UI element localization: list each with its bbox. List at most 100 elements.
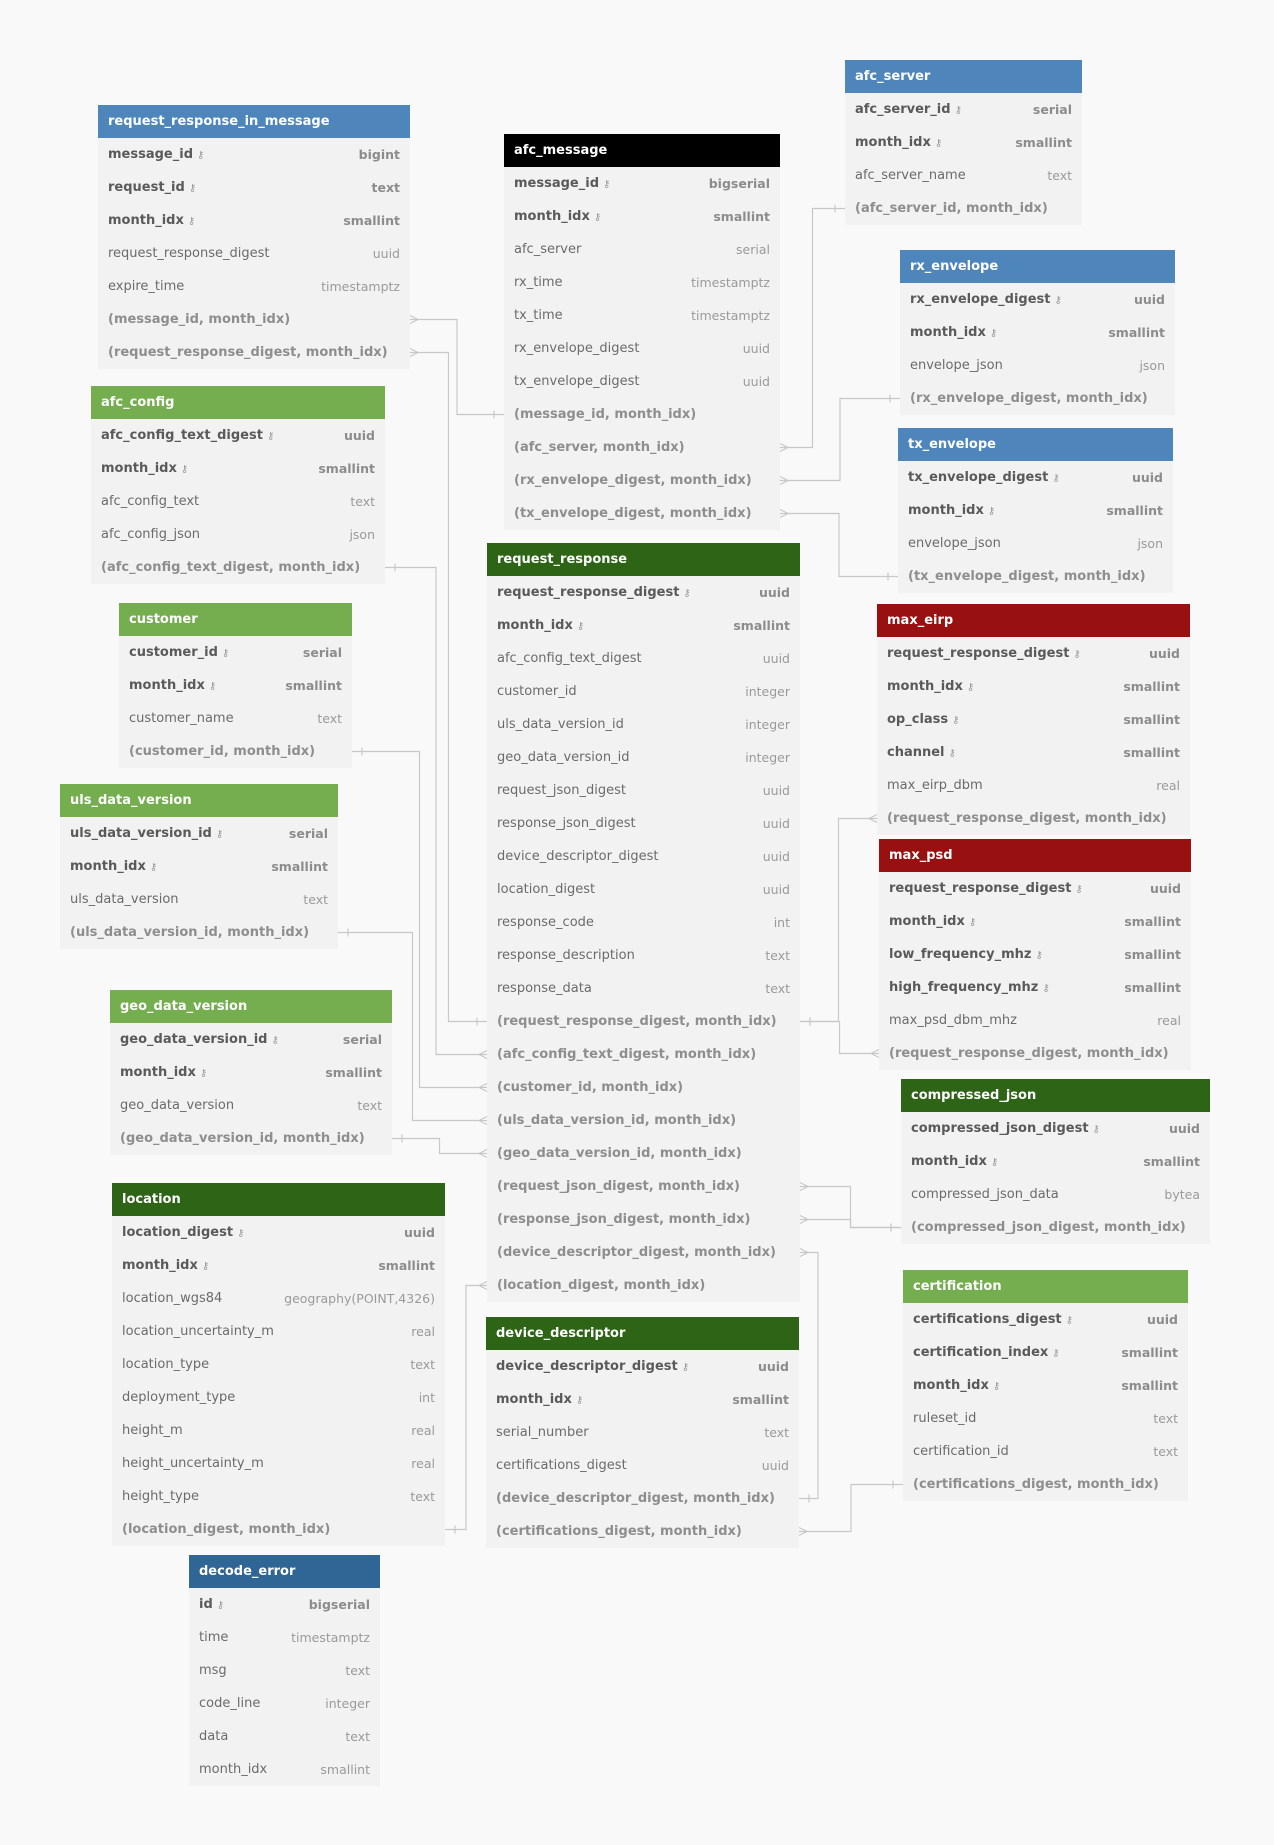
table-afc-server[interactable]: afc_server afc_server_id ⚷ serial month_idx ⚷… xyxy=(845,60,1082,225)
column-row[interactable]: afc_config_json json xyxy=(91,518,385,551)
column-row[interactable]: response_code int xyxy=(487,906,800,939)
column-row[interactable]: customer_id integer xyxy=(487,675,800,708)
index-row[interactable]: (device_descriptor_digest, month_idx) xyxy=(486,1482,799,1515)
index-row[interactable]: (uls_data_version_id, month_idx) xyxy=(487,1104,800,1137)
table-customer[interactable]: customer customer_id ⚷ serial month_idx ⚷ smal… xyxy=(119,603,352,768)
column-row[interactable]: uls_data_version_id ⚷ serial xyxy=(60,817,338,850)
column-row[interactable]: customer_id ⚷ serial xyxy=(119,636,352,669)
table-afc-config[interactable]: afc_config afc_config_text_digest ⚷ uuid mon… xyxy=(91,386,385,584)
column-row[interactable]: uls_data_version text xyxy=(60,883,338,916)
column-row[interactable]: envelope_json json xyxy=(898,527,1173,560)
table-header[interactable]: device_descriptor xyxy=(486,1317,799,1350)
table-max-eirp[interactable]: max_eirp request_response_digest ⚷ uuid mont… xyxy=(877,604,1190,835)
table-header[interactable]: max_psd xyxy=(879,839,1191,872)
column-row[interactable]: msg text xyxy=(189,1654,380,1687)
table-request-response[interactable]: request_response request_response_digest ⚷… xyxy=(487,543,800,1302)
column-row[interactable]: afc_server_name text xyxy=(845,159,1082,192)
index-row[interactable]: (message_id, month_idx) xyxy=(98,303,410,336)
column-row[interactable]: month_idx ⚷ smallint xyxy=(60,850,338,883)
column-row[interactable]: month_idx ⚷ smallint xyxy=(119,669,352,702)
index-row[interactable]: (request_response_digest, month_idx) xyxy=(877,802,1190,835)
table-certification[interactable]: certification certifications_digest ⚷ uuidc… xyxy=(903,1270,1188,1501)
column-row[interactable]: location_type text xyxy=(112,1348,445,1381)
column-row[interactable]: month_idx ⚷ smallint xyxy=(903,1369,1188,1402)
column-row[interactable]: month_idx ⚷ smallint xyxy=(900,316,1175,349)
index-row[interactable]: (compressed_json_digest, month_idx) xyxy=(901,1211,1210,1244)
table-request-response-in-message[interactable]: request_response_in_message message_id ⚷ bi… xyxy=(98,105,410,369)
column-row[interactable]: message_id ⚷ bigserial xyxy=(504,167,780,200)
index-row[interactable]: (uls_data_version_id, month_idx) xyxy=(60,916,338,949)
column-row[interactable]: afc_server serial xyxy=(504,233,780,266)
column-row[interactable]: max_psd_dbm_mhz real xyxy=(879,1004,1191,1037)
index-row[interactable]: (customer_id, month_idx) xyxy=(119,735,352,768)
table-afc-message[interactable]: afc_message message_id ⚷ bigserial month_idx… xyxy=(504,134,780,530)
table-header[interactable]: certification xyxy=(903,1270,1188,1303)
column-row[interactable]: afc_config_text text xyxy=(91,485,385,518)
table-header[interactable]: compressed_json xyxy=(901,1079,1210,1112)
table-header[interactable]: afc_config xyxy=(91,386,385,419)
column-row[interactable]: month_idx ⚷ smallint xyxy=(877,670,1190,703)
column-row[interactable]: tx_envelope_digest ⚷ uuid xyxy=(898,461,1173,494)
column-row[interactable]: month_idx ⚷ smallint xyxy=(845,126,1082,159)
column-row[interactable]: response_description text xyxy=(487,939,800,972)
index-row[interactable]: (request_response_digest, month_idx) xyxy=(98,336,410,369)
column-row[interactable]: afc_config_text_digest uuid xyxy=(487,642,800,675)
table-header[interactable]: location xyxy=(112,1183,445,1216)
column-row[interactable]: tx_envelope_digest uuid xyxy=(504,365,780,398)
table-decode-error[interactable]: decode_error id ⚷ bigserial time timestamptz m… xyxy=(189,1555,380,1786)
table-header[interactable]: geo_data_version xyxy=(110,990,392,1023)
column-row[interactable]: month_idx ⚷ smallint xyxy=(898,494,1173,527)
column-row[interactable]: request_json_digest uuid xyxy=(487,774,800,807)
column-row[interactable]: location_uncertainty_m real xyxy=(112,1315,445,1348)
index-row[interactable]: (afc_server, month_idx) xyxy=(504,431,780,464)
column-row[interactable]: month_idx ⚷ smallint xyxy=(112,1249,445,1282)
column-row[interactable]: max_eirp_dbm real xyxy=(877,769,1190,802)
column-row[interactable]: envelope_json json xyxy=(900,349,1175,382)
column-row[interactable]: high_frequency_mhz ⚷ smallint xyxy=(879,971,1191,1004)
column-row[interactable]: month_idx ⚷ smallint xyxy=(486,1383,799,1416)
column-row[interactable]: certification_id text xyxy=(903,1435,1188,1468)
table-geo-data-version[interactable]: geo_data_version geo_data_version_id ⚷ seri… xyxy=(110,990,392,1155)
column-row[interactable]: request_response_digest ⚷ uuid xyxy=(487,576,800,609)
index-row[interactable]: (geo_data_version_id, month_idx) xyxy=(110,1122,392,1155)
column-row[interactable]: height_uncertainty_m real xyxy=(112,1447,445,1480)
column-row[interactable]: location_digest ⚷ uuid xyxy=(112,1216,445,1249)
column-row[interactable]: height_type text xyxy=(112,1480,445,1513)
column-row[interactable]: customer_name text xyxy=(119,702,352,735)
column-row[interactable]: month_idx ⚷ smallint xyxy=(487,609,800,642)
column-row[interactable]: request_response_digest ⚷ uuid xyxy=(879,872,1191,905)
table-header[interactable]: decode_error xyxy=(189,1555,380,1588)
column-row[interactable]: rx_time timestamptz xyxy=(504,266,780,299)
table-compressed-json[interactable]: compressed_json compressed_json_digest ⚷ uu… xyxy=(901,1079,1210,1244)
column-row[interactable]: compressed_json_data bytea xyxy=(901,1178,1210,1211)
table-max-psd[interactable]: max_psd request_response_digest ⚷ uuid month… xyxy=(879,839,1191,1070)
index-row[interactable]: (location_digest, month_idx) xyxy=(112,1513,445,1546)
column-row[interactable]: ruleset_id text xyxy=(903,1402,1188,1435)
column-row[interactable]: expire_time timestamptz xyxy=(98,270,410,303)
table-header[interactable]: max_eirp xyxy=(877,604,1190,637)
column-row[interactable]: geo_data_version_id ⚷ serial xyxy=(110,1023,392,1056)
column-row[interactable]: month_idx ⚷ smallint xyxy=(91,452,385,485)
index-row[interactable]: (certifications_digest, month_idx) xyxy=(903,1468,1188,1501)
table-device-descriptor[interactable]: device_descriptor device_descriptor_diges… xyxy=(486,1317,799,1548)
index-row[interactable]: (tx_envelope_digest, month_idx) xyxy=(898,560,1173,593)
index-row[interactable]: (request_response_digest, month_idx) xyxy=(487,1005,800,1038)
table-location[interactable]: location location_digest ⚷ uuid month_idx ⚷ sm… xyxy=(112,1183,445,1546)
column-row[interactable]: uls_data_version_id integer xyxy=(487,708,800,741)
column-row[interactable]: compressed_json_digest ⚷ uuid xyxy=(901,1112,1210,1145)
table-rx-envelope[interactable]: rx_envelope rx_envelope_digest ⚷ uuid month_… xyxy=(900,250,1175,415)
column-row[interactable]: serial_number text xyxy=(486,1416,799,1449)
table-header[interactable]: customer xyxy=(119,603,352,636)
column-row[interactable]: rx_envelope_digest ⚷ uuid xyxy=(900,283,1175,316)
column-row[interactable]: op_class ⚷ smallint xyxy=(877,703,1190,736)
column-row[interactable]: certifications_digest uuid xyxy=(486,1449,799,1482)
column-row[interactable]: request_response_digest ⚷ uuid xyxy=(877,637,1190,670)
index-row[interactable]: (tx_envelope_digest, month_idx) xyxy=(504,497,780,530)
index-row[interactable]: (request_json_digest, month_idx) xyxy=(487,1170,800,1203)
table-header[interactable]: afc_message xyxy=(504,134,780,167)
column-row[interactable]: message_id ⚷ bigint xyxy=(98,138,410,171)
column-row[interactable]: request_response_digest uuid xyxy=(98,237,410,270)
column-row[interactable]: certifications_digest ⚷ uuid xyxy=(903,1303,1188,1336)
index-row[interactable]: (response_json_digest, month_idx) xyxy=(487,1203,800,1236)
column-row[interactable]: channel ⚷ smallint xyxy=(877,736,1190,769)
